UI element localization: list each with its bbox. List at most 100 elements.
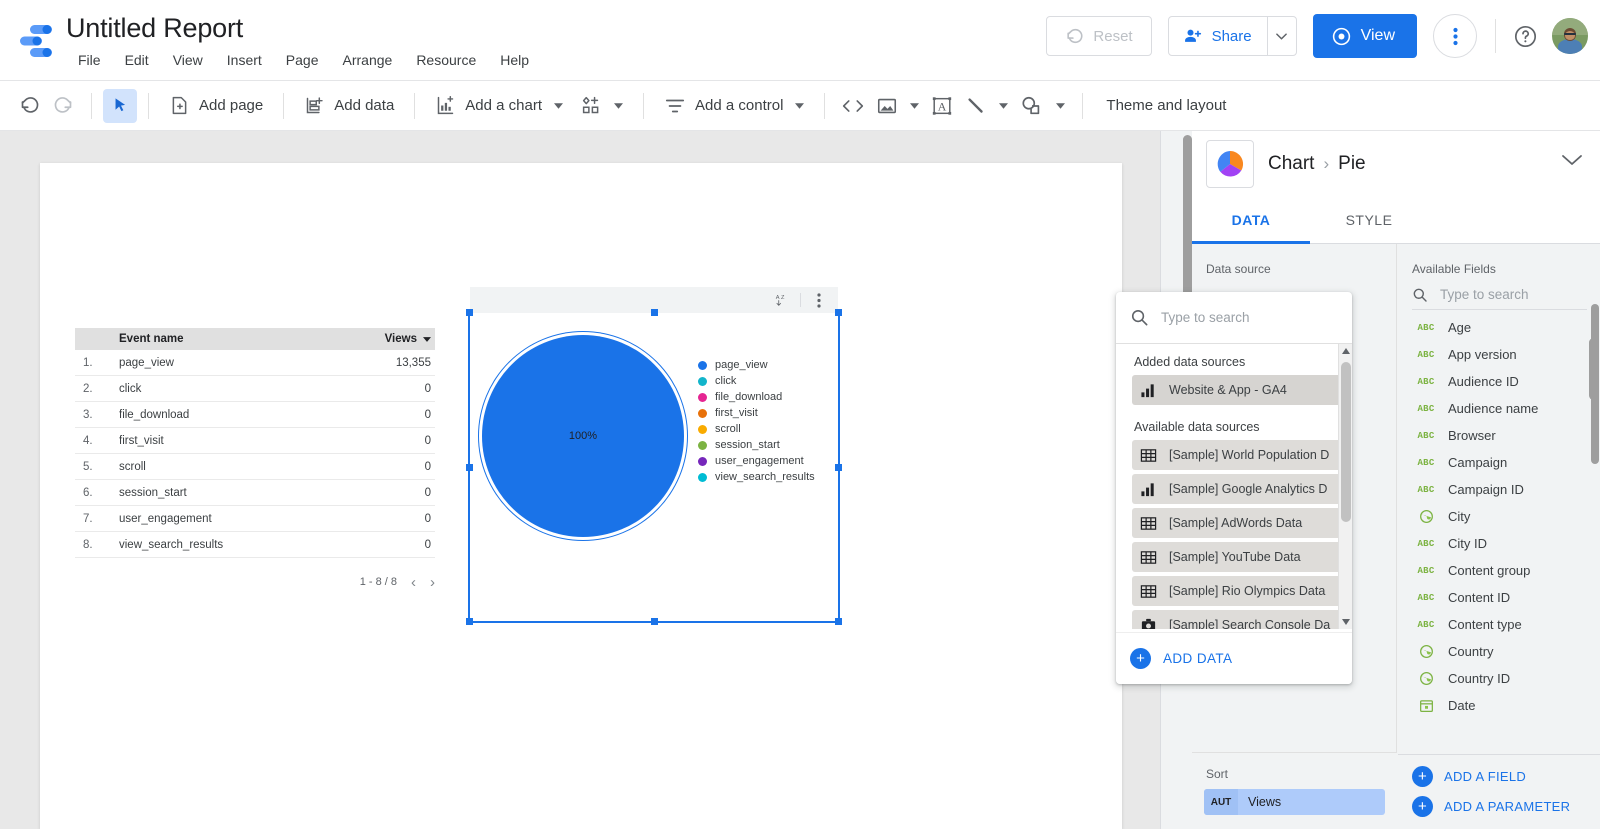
field-item-content-id[interactable]: ABC Content ID xyxy=(1398,584,1600,611)
menu-item-file[interactable]: File xyxy=(66,49,113,71)
field-item-content-type[interactable]: ABC Content type xyxy=(1398,611,1600,638)
report-title[interactable]: Untitled Report xyxy=(66,11,243,45)
resize-handle-top-left[interactable] xyxy=(466,309,473,316)
add-data-button[interactable]: Add data xyxy=(295,89,403,123)
tab-style[interactable]: STYLE xyxy=(1310,196,1428,243)
field-item-country-id[interactable]: Country ID xyxy=(1398,665,1600,692)
menu-item-insert[interactable]: Insert xyxy=(215,49,274,71)
resize-handle-top-right[interactable] xyxy=(835,309,842,316)
data-source-picker-popup[interactable]: Added data sources Website & App - GA4 A… xyxy=(1116,292,1352,684)
fields-panel-scrollbar-thumb[interactable] xyxy=(1589,338,1598,400)
available-fields-search-input[interactable] xyxy=(1438,286,1578,303)
field-item-audience-name[interactable]: ABC Audience name xyxy=(1398,395,1600,422)
table-row[interactable]: 5. scroll 0 xyxy=(75,454,435,480)
menu-item-help[interactable]: Help xyxy=(488,49,541,71)
text-box-button[interactable]: A xyxy=(925,89,959,123)
resize-handle-middle-left[interactable] xyxy=(466,464,473,471)
resize-handle-bottom-right[interactable] xyxy=(835,618,842,625)
pie-chart-widget[interactable]: A Z 100% page_view click file_download f… xyxy=(466,287,842,625)
field-item-campaign[interactable]: ABC Campaign xyxy=(1398,449,1600,476)
legend-item[interactable]: user_engagement xyxy=(698,453,815,469)
menu-item-page[interactable]: Page xyxy=(274,49,331,71)
table-header-views[interactable]: Views xyxy=(339,333,435,345)
data-source-item-rio-olympics[interactable]: [Sample] Rio Olympics Data xyxy=(1132,576,1342,606)
available-fields-search[interactable] xyxy=(1412,282,1587,310)
legend-item[interactable]: session_start xyxy=(698,437,815,453)
breadcrumb-root[interactable]: Chart xyxy=(1268,153,1314,175)
view-button[interactable]: View xyxy=(1312,14,1417,58)
field-item-browser[interactable]: ABC Browser xyxy=(1398,422,1600,449)
data-source-item-website-app-ga4[interactable]: Website & App - GA4 xyxy=(1132,375,1342,405)
data-source-item-youtube[interactable]: [Sample] YouTube Data xyxy=(1132,542,1342,572)
data-source-item-world-population[interactable]: [Sample] World Population D xyxy=(1132,440,1342,470)
events-table-widget[interactable]: Event name Views 1. page_view 13,355 2. … xyxy=(75,328,435,594)
scroll-up-arrow-icon[interactable] xyxy=(1339,344,1352,358)
add-data-footer[interactable]: + ADD DATA xyxy=(1116,632,1352,684)
resize-handle-bottom-left[interactable] xyxy=(466,618,473,625)
field-item-city-id[interactable]: ABC City ID xyxy=(1398,530,1600,557)
add-component-button[interactable] xyxy=(572,89,632,123)
pagination-prev-button[interactable]: ‹ xyxy=(411,574,416,591)
menu-item-edit[interactable]: Edit xyxy=(113,49,161,71)
pagination-next-button[interactable]: › xyxy=(430,574,435,591)
chart-more-vert-icon[interactable] xyxy=(808,289,830,311)
share-button[interactable]: Share xyxy=(1169,17,1267,55)
field-item-age[interactable]: ABC Age xyxy=(1398,314,1600,341)
resize-handle-top-center[interactable] xyxy=(651,309,658,316)
more-options-button[interactable] xyxy=(1433,14,1477,58)
resize-handle-bottom-center[interactable] xyxy=(651,618,658,625)
data-source-scrollbar[interactable] xyxy=(1338,344,1352,629)
table-row[interactable]: 6. session_start 0 xyxy=(75,480,435,506)
field-item-audience-id[interactable]: ABC Audience ID xyxy=(1398,368,1600,395)
table-row[interactable]: 3. file_download 0 xyxy=(75,402,435,428)
legend-item[interactable]: click xyxy=(698,373,815,389)
legend-item[interactable]: file_download xyxy=(698,389,815,405)
table-row[interactable]: 8. view_search_results 0 xyxy=(75,532,435,558)
undo-button[interactable] xyxy=(12,89,46,123)
sort-field-chip[interactable]: AUT Views xyxy=(1204,789,1385,815)
avatar[interactable] xyxy=(1552,18,1588,54)
table-row[interactable]: 1. page_view 13,355 xyxy=(75,350,435,376)
shape-button[interactable] xyxy=(1014,89,1071,123)
pie-slice-page-view[interactable]: 100% xyxy=(482,335,684,537)
field-item-app-version[interactable]: ABC App version xyxy=(1398,341,1600,368)
report-page[interactable]: Event name Views 1. page_view 13,355 2. … xyxy=(40,163,1122,829)
table-row[interactable]: 4. first_visit 0 xyxy=(75,428,435,454)
theme-and-layout-button[interactable]: Theme and layout xyxy=(1094,97,1238,114)
share-dropdown-button[interactable] xyxy=(1268,17,1296,55)
help-button[interactable] xyxy=(1510,21,1540,51)
legend-item[interactable]: view_search_results xyxy=(698,469,815,485)
data-source-scrollbar-thumb[interactable] xyxy=(1341,362,1351,522)
field-item-city[interactable]: City xyxy=(1398,503,1600,530)
redo-button[interactable] xyxy=(46,89,80,123)
line-button[interactable] xyxy=(959,89,1014,123)
menu-item-arrange[interactable]: Arrange xyxy=(331,49,405,71)
legend-item[interactable]: first_visit xyxy=(698,405,815,421)
embed-code-button[interactable] xyxy=(836,89,870,123)
looker-studio-logo[interactable] xyxy=(16,22,56,60)
image-button[interactable] xyxy=(870,89,925,123)
menu-item-resource[interactable]: Resource xyxy=(404,49,488,71)
select-tool-button[interactable] xyxy=(103,88,137,123)
field-item-campaign-id[interactable]: ABC Campaign ID xyxy=(1398,476,1600,503)
pie-chart-icon[interactable] xyxy=(1206,139,1254,188)
scroll-down-arrow-icon[interactable] xyxy=(1339,615,1352,629)
table-row[interactable]: 7. user_engagement 0 xyxy=(75,506,435,532)
field-item-country[interactable]: Country xyxy=(1398,638,1600,665)
tab-data[interactable]: DATA xyxy=(1192,196,1310,244)
data-source-item-search-console[interactable]: [Sample] Search Console Da xyxy=(1132,610,1342,629)
report-canvas[interactable]: Event name Views 1. page_view 13,355 2. … xyxy=(0,131,1160,829)
field-item-date[interactable]: Date xyxy=(1398,692,1600,719)
add-a-field-button[interactable]: + ADD A FIELD xyxy=(1398,761,1600,791)
legend-item[interactable]: scroll xyxy=(698,421,815,437)
field-item-content-group[interactable]: ABC Content group xyxy=(1398,557,1600,584)
reset-button[interactable]: Reset xyxy=(1046,16,1152,56)
table-header-event-name[interactable]: Event name xyxy=(119,333,339,345)
resize-handle-middle-right[interactable] xyxy=(835,464,842,471)
menu-item-view[interactable]: View xyxy=(161,49,215,71)
add-control-button[interactable]: Add a control xyxy=(655,89,813,123)
table-row[interactable]: 2. click 0 xyxy=(75,376,435,402)
data-source-item-adwords[interactable]: [Sample] AdWords Data xyxy=(1132,508,1342,538)
panel-collapse-button[interactable] xyxy=(1561,153,1583,171)
add-a-parameter-button[interactable]: + ADD A PARAMETER xyxy=(1398,791,1600,821)
